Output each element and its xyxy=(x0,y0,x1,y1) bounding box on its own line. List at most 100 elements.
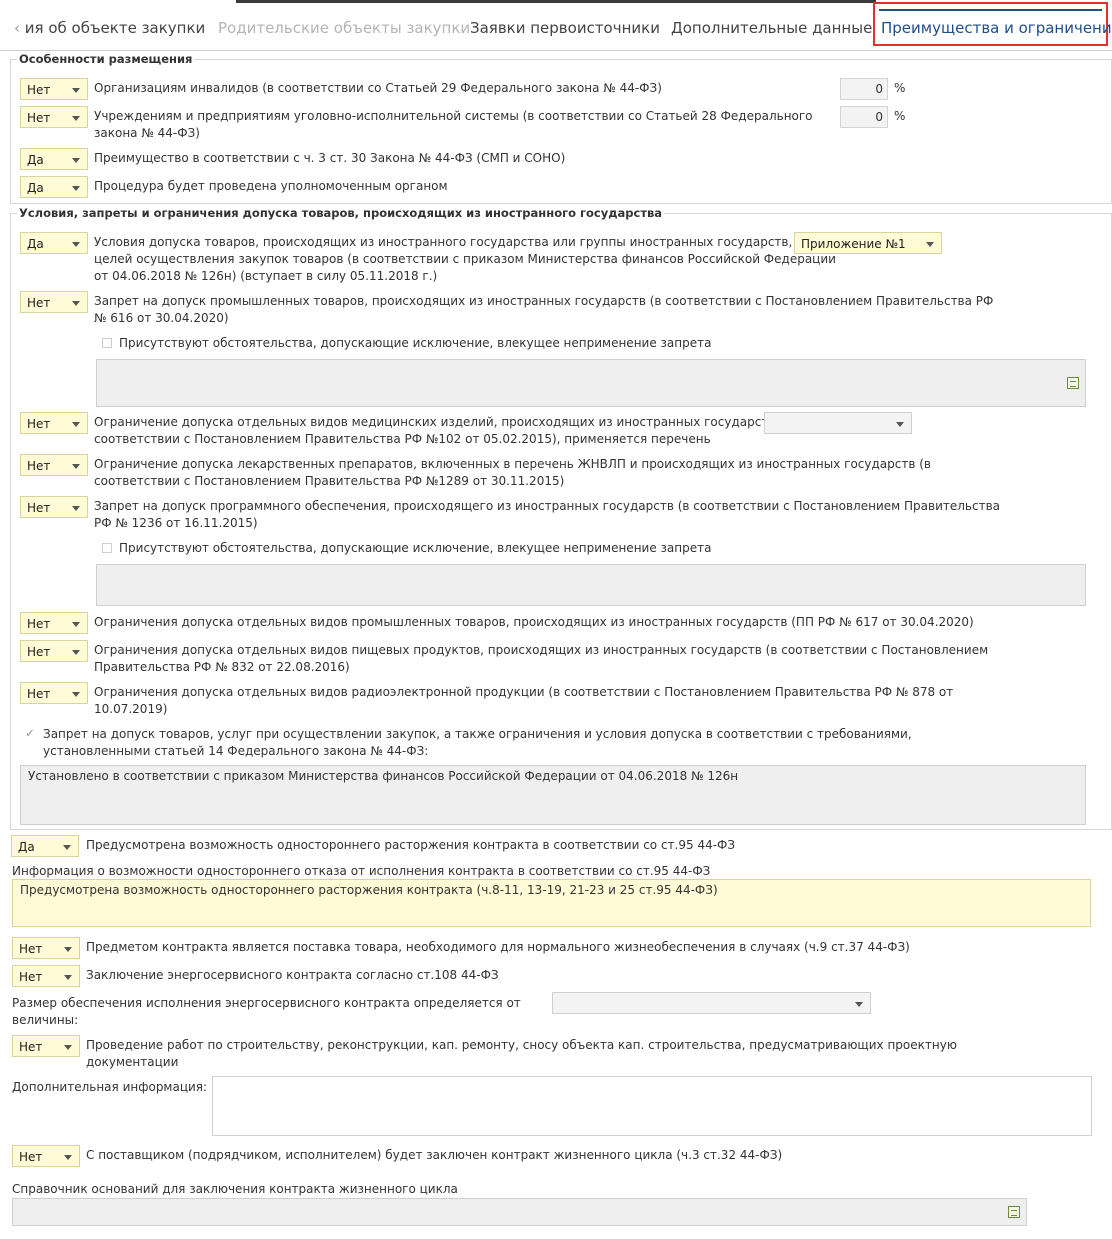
industrial-exception-field[interactable] xyxy=(96,359,1086,407)
construction-works-select[interactable]: Нет xyxy=(12,1035,80,1057)
chevron-down-icon xyxy=(926,242,934,247)
chevron-down-icon xyxy=(72,622,80,627)
group-title: Особенности размещения xyxy=(17,52,195,66)
tab-active-underline xyxy=(879,9,1102,11)
chevron-down-icon xyxy=(72,301,80,306)
checkmark-icon: ✓ xyxy=(25,726,36,740)
food-products-label-1: Ограничения допуска отдельных видов пище… xyxy=(94,643,989,657)
tab-parent-objects[interactable]: Родительские объекты закупки xyxy=(218,19,470,37)
life-support-label: Предметом контракта является поставка то… xyxy=(86,940,910,954)
tab-advantages-restrictions[interactable]: Преимущества и ограничения xyxy=(873,2,1112,46)
medical-devices-select[interactable]: Нет xyxy=(20,412,88,434)
chevron-down-icon xyxy=(896,422,904,427)
chevron-down-icon xyxy=(72,692,80,697)
penal-system-label-1: Учреждениям и предприятиям уголовно-испо… xyxy=(94,109,813,123)
smp-advantage-select[interactable]: Да xyxy=(20,148,88,170)
industrial-ban-label-1: Запрет на допуск промышленных товаров, п… xyxy=(94,294,994,308)
industrial-exception-checkbox[interactable] xyxy=(102,338,112,348)
food-products-label-2: Правительства РФ № 832 от 22.08.2016) xyxy=(94,660,350,674)
ban-article14-label-2: установленными статьей 14 Федерального з… xyxy=(43,744,429,758)
energy-security-label-1: Размер обеспечения исполнения энергосерв… xyxy=(12,996,521,1010)
tab-object-info[interactable]: ия об объекте закупки xyxy=(25,19,206,37)
construction-works-label-1: Проведение работ по строительству, рекон… xyxy=(86,1038,957,1052)
admission-conditions-label-3: от 04.06.2018 № 126н) (вступает в силу 0… xyxy=(94,269,438,283)
chevron-down-icon xyxy=(72,464,80,469)
software-exception-field[interactable] xyxy=(96,564,1086,606)
penal-system-percent[interactable]: 0 xyxy=(840,106,888,128)
chevron-down-icon xyxy=(72,116,80,121)
radio-electronics-label-1: Ограничения допуска отдельных видов ради… xyxy=(94,685,954,699)
chevron-down-icon xyxy=(72,88,80,93)
unilateral-termination-label: Предусмотрена возможность одностороннего… xyxy=(86,838,736,852)
termination-info-field[interactable]: Предусмотрена возможность одностороннего… xyxy=(12,879,1091,927)
penal-system-select[interactable]: Нет xyxy=(20,106,88,128)
authorized-body-select[interactable]: Да xyxy=(20,176,88,198)
construction-works-label-2: документации xyxy=(86,1055,179,1069)
admission-conditions-label-1: Условия допуска товаров, происходящих из… xyxy=(94,235,820,249)
industrial-617-select[interactable]: Нет xyxy=(20,612,88,634)
software-ban-label-1: Запрет на допуск программного обеспечени… xyxy=(94,499,1000,513)
authorized-body-label: Процедура будет проведена уполномоченным… xyxy=(94,179,448,193)
reference-book-icon[interactable] xyxy=(1008,1206,1020,1218)
tab-source-requests[interactable]: Заявки первоисточники xyxy=(470,19,660,37)
medical-list-select[interactable] xyxy=(764,412,912,434)
penal-system-label-2: закона № 44-ФЗ) xyxy=(94,126,200,140)
additional-info-field[interactable] xyxy=(212,1076,1092,1136)
ban-article14-text: Установлено в соответствии с приказом Ми… xyxy=(28,769,739,783)
energy-security-label-2: величины: xyxy=(12,1013,79,1027)
ban-article14-label-1: Запрет на допуск товаров, услуг при осущ… xyxy=(43,727,912,741)
energy-security-select[interactable] xyxy=(552,992,871,1014)
additional-info-label: Дополнительная информация: xyxy=(12,1080,208,1094)
tab-additional-data[interactable]: Дополнительные данные xyxy=(671,19,872,37)
software-exception-checkbox[interactable] xyxy=(102,543,112,553)
chevron-down-icon xyxy=(64,1045,72,1050)
tab-scroll-indicator xyxy=(236,0,876,3)
medicines-select[interactable]: Нет xyxy=(20,454,88,476)
software-ban-label-2: РФ № 1236 от 16.11.2015) xyxy=(94,516,258,530)
energy-service-select[interactable]: Нет xyxy=(12,965,80,987)
food-products-select[interactable]: Нет xyxy=(20,640,88,662)
life-support-select[interactable]: Нет xyxy=(12,937,80,959)
disabled-orgs-select[interactable]: Нет xyxy=(20,78,88,100)
chevron-down-icon xyxy=(63,845,71,850)
disabled-orgs-percent[interactable]: 0 xyxy=(840,78,888,100)
medicines-label-1: Ограничение допуска лекарственных препар… xyxy=(94,457,931,471)
radio-electronics-select[interactable]: Нет xyxy=(20,682,88,704)
tab-bar: ‹ ия об объекте закупки Родительские объ… xyxy=(0,0,1112,51)
medical-devices-label-2: соответствии с Постановлением Правительс… xyxy=(94,432,711,446)
lifecycle-contract-label: С поставщиком (подрядчиком, исполнителем… xyxy=(86,1148,783,1162)
ban-article14-field[interactable]: Установлено в соответствии с приказом Ми… xyxy=(20,765,1086,825)
lifecycle-reasons-label: Справочник оснований для заключения конт… xyxy=(12,1182,458,1196)
industrial-exception-label: Присутствуют обстоятельства, допускающие… xyxy=(119,336,712,350)
appendix-select[interactable]: Приложение №1 xyxy=(794,232,942,254)
energy-service-label: Заключение энергосервисного контракта со… xyxy=(86,968,499,982)
industrial-ban-select[interactable]: Нет xyxy=(20,291,88,313)
chevron-down-icon xyxy=(72,186,80,191)
unilateral-termination-select[interactable]: Да xyxy=(11,835,79,857)
chevron-down-icon xyxy=(64,975,72,980)
tab-scroll-left[interactable]: ‹ ия об объекте закупки xyxy=(14,19,205,37)
medical-devices-label-1: Ограничение допуска отдельных видов меди… xyxy=(94,415,791,429)
chevron-down-icon xyxy=(855,1002,863,1007)
smp-advantage-label: Преимущество в соответствии с ч. 3 ст. 3… xyxy=(94,151,566,165)
group-title: Условия, запреты и ограничения допуска т… xyxy=(17,206,665,220)
lifecycle-contract-select[interactable]: Нет xyxy=(12,1145,80,1167)
admission-conditions-label-2: целей осуществления закупок товаров (в с… xyxy=(94,252,836,266)
termination-info-label: Информация о возможности одностороннего … xyxy=(12,864,711,878)
chevron-down-icon xyxy=(64,1155,72,1160)
chevron-down-icon xyxy=(72,158,80,163)
reference-book-icon[interactable] xyxy=(1067,377,1079,389)
chevron-down-icon xyxy=(72,422,80,427)
percent-unit: % xyxy=(894,81,906,95)
chevron-down-icon xyxy=(72,650,80,655)
admission-conditions-select[interactable]: Да xyxy=(20,232,88,254)
software-ban-select[interactable]: Нет xyxy=(20,496,88,518)
chevron-down-icon xyxy=(72,506,80,511)
lifecycle-reasons-field[interactable] xyxy=(12,1198,1027,1226)
chevron-down-icon xyxy=(72,242,80,247)
medicines-label-2: соответствии с Постановлением Правительс… xyxy=(94,474,565,488)
software-exception-label: Присутствуют обстоятельства, допускающие… xyxy=(119,541,712,555)
disabled-orgs-label: Организациям инвалидов (в соответствии с… xyxy=(94,81,662,95)
chevron-left-icon: ‹ xyxy=(14,19,20,37)
industrial-617-label: Ограничения допуска отдельных видов пром… xyxy=(94,615,974,629)
